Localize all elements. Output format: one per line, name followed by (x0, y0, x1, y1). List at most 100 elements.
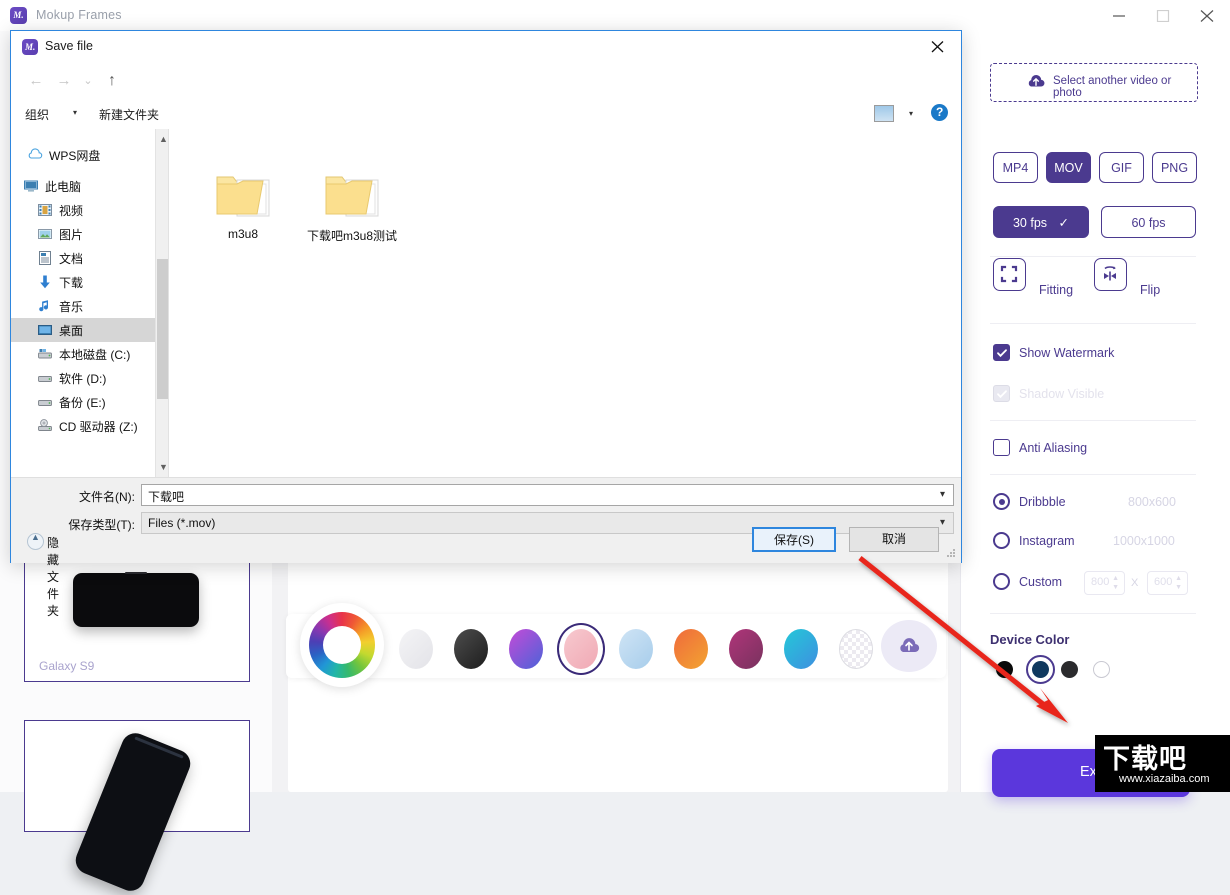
swatch-dark-gray[interactable] (454, 629, 488, 669)
chevron-down-icon[interactable]: ▾ (940, 489, 945, 500)
swatch-purple-blue[interactable] (509, 629, 543, 669)
scroll-down-icon[interactable]: ▼ (159, 462, 168, 472)
video-icon (38, 204, 52, 216)
dialog-navigation-bar: ← → ⌄ ↑ › 此电脑 › 桌面 › 素材 › 视频 ⌄ ↻ 搜索"视频" … (11, 63, 961, 124)
sidebar-item-desktop[interactable]: 桌面 (11, 318, 168, 342)
up-button[interactable]: ↑ (101, 70, 123, 92)
sidebar-item-local-disk-c[interactable]: 本地磁盘 (C:) (11, 342, 168, 366)
sidebar-item-label: 软件 (D:) (59, 372, 107, 386)
device-color-white[interactable] (1093, 661, 1110, 678)
maximize-button[interactable] (1142, 0, 1186, 31)
sidebar-item-cd-drive-z[interactable]: CD 驱动器 (Z:) (11, 414, 168, 438)
sidebar-item-software-d[interactable]: 软件 (D:) (11, 366, 168, 390)
radio-instagram[interactable] (993, 532, 1010, 549)
divider-5 (990, 613, 1196, 614)
device-color-navy[interactable] (1032, 661, 1049, 678)
sidebar-item-videos[interactable]: 视频 (11, 198, 168, 222)
scrollbar-thumb[interactable] (157, 259, 168, 399)
flip-icon[interactable] (1094, 258, 1127, 291)
upload-background-button[interactable] (881, 620, 937, 672)
custom-width-input[interactable]: 800 ▲ ▼ (1084, 571, 1125, 595)
swatch-magenta-maroon[interactable] (729, 629, 763, 669)
swatch-cyan-blue[interactable] (784, 629, 818, 669)
radio-dribbble[interactable] (993, 493, 1010, 510)
filename-label: 文件名(N): (79, 490, 135, 504)
minimize-button[interactable] (1098, 0, 1142, 31)
format-button-png[interactable]: PNG (1152, 152, 1197, 183)
flip-label: Flip (1140, 283, 1161, 297)
swatch-transparent[interactable] (839, 629, 873, 669)
sidebar-item-label: CD 驱动器 (Z:) (59, 420, 138, 434)
cancel-button[interactable]: 取消 (849, 527, 939, 552)
spinner-down-icon[interactable]: ▼ (1175, 584, 1182, 591)
sidebar-item-this-pc[interactable]: 此电脑 (11, 174, 168, 198)
chevron-down-icon[interactable]: ▾ (940, 517, 945, 528)
hide-folders-label: 隐藏文件夹 (47, 536, 60, 618)
divider-1 (990, 256, 1196, 257)
spinner-up-icon[interactable]: ▲ (1175, 575, 1182, 582)
chevron-down-icon[interactable]: ▾ (73, 108, 77, 117)
dialog-close-button[interactable] (915, 31, 961, 62)
device-color-dark-gray[interactable] (1061, 661, 1078, 678)
format-button-gif[interactable]: GIF (1099, 152, 1144, 183)
filename-input[interactable]: 下载吧 ▾ (141, 484, 954, 506)
sidebar-item-wps[interactable]: WPS网盘 (11, 143, 168, 167)
recent-locations-button[interactable]: ⌄ (77, 70, 99, 92)
checkbox-shadow-visible (993, 385, 1010, 402)
watermark-text: 下载吧 (1103, 744, 1187, 775)
organize-button[interactable]: 组织 (25, 106, 49, 123)
spinner-up-icon[interactable]: ▲ (1112, 575, 1119, 582)
back-button[interactable]: ← (25, 70, 47, 92)
navigation-pane-scrollbar[interactable]: ▲ ▼ (155, 129, 169, 477)
sidebar-item-label: 本地磁盘 (C:) (59, 348, 131, 362)
format-button-mov[interactable]: MOV (1046, 152, 1091, 183)
fps-button-30[interactable]: 30 fps ✓ (993, 206, 1089, 238)
custom-size-separator: X (1131, 577, 1139, 589)
checkbox-show-watermark[interactable] (993, 344, 1010, 361)
help-icon[interactable]: ? (931, 104, 948, 121)
drive-icon (38, 400, 52, 406)
swatch-white-gray[interactable] (399, 629, 433, 669)
view-mode-icon[interactable] (874, 105, 894, 122)
dribbble-label: Dribbble (1019, 495, 1066, 509)
custom-label: Custom (1019, 575, 1063, 589)
swatch-light-blue[interactable] (619, 629, 653, 669)
format-button-mp4[interactable]: MP4 (993, 152, 1038, 183)
sidebar-item-backup-e[interactable]: 备份 (E:) (11, 390, 168, 414)
spinner-down-icon[interactable]: ▼ (1112, 584, 1119, 591)
divider-3 (990, 420, 1196, 421)
check-icon (996, 389, 1007, 398)
fitting-icon[interactable] (993, 258, 1026, 291)
sidebar-item-music[interactable]: 音乐 (11, 294, 168, 318)
save-button[interactable]: 保存(S) (752, 527, 836, 552)
fitting-label: Fitting (1039, 283, 1074, 297)
sidebar-item-label: WPS网盘 (49, 149, 101, 163)
sidebar-item-documents[interactable]: 文档 (11, 246, 168, 270)
sidebar-item-label: 图片 (59, 228, 84, 242)
device-color-black[interactable] (996, 661, 1013, 678)
resize-grip[interactable] (947, 549, 957, 559)
custom-height-input[interactable]: 600 ▲ ▼ (1147, 571, 1188, 595)
device-card-tilted[interactable] (24, 720, 250, 895)
fps-button-60[interactable]: 60 fps (1101, 206, 1196, 238)
sidebar-item-downloads[interactable]: 下载 (11, 270, 168, 294)
scroll-up-icon[interactable]: ▲ (159, 134, 168, 144)
new-folder-button[interactable]: 新建文件夹 (99, 106, 159, 123)
swatch-pink[interactable] (564, 629, 598, 669)
radio-custom[interactable] (993, 573, 1010, 590)
chevron-up-icon: ▲ (27, 532, 44, 550)
checkbox-anti-aliasing[interactable] (993, 439, 1010, 456)
list-item-label: 下载吧m3u8测试 (306, 229, 398, 243)
anti-aliasing-label: Anti Aliasing (1019, 441, 1088, 455)
select-another-media-button[interactable]: Select another video or photo (990, 63, 1198, 102)
sidebar-item-pictures[interactable]: 图片 (11, 222, 168, 246)
close-button[interactable] (1186, 0, 1230, 31)
file-list-pane[interactable]: m3u8 下载吧m3u8测试 (169, 129, 961, 477)
chevron-down-icon[interactable]: ▾ (909, 109, 913, 118)
custom-height-value: 600 (1154, 576, 1173, 588)
forward-button[interactable]: → (53, 70, 75, 92)
dialog-title: Save file (45, 39, 93, 53)
folder-icon (325, 176, 379, 217)
swatch-orange[interactable] (674, 629, 708, 669)
color-wheel-picker[interactable] (300, 603, 384, 687)
